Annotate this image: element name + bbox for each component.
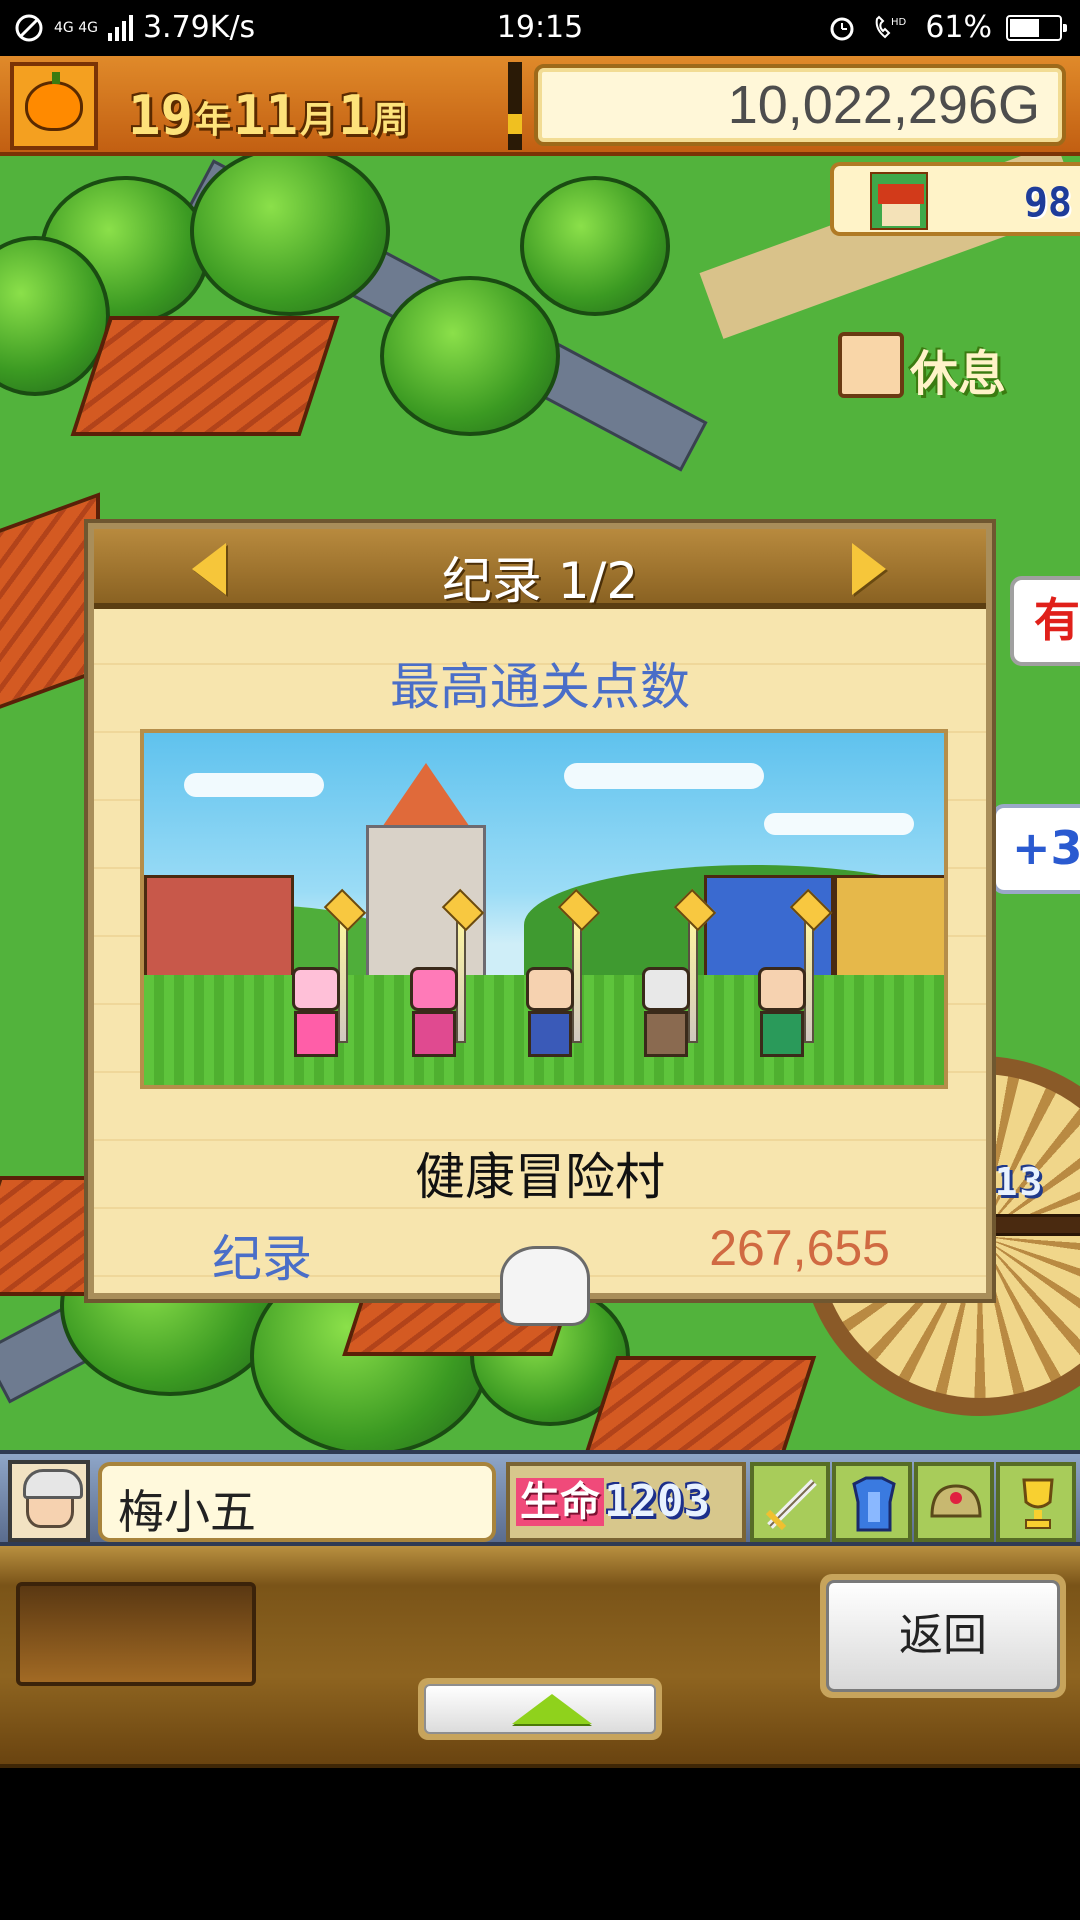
- hero-character: [518, 913, 582, 1063]
- date-month-unit: 月: [300, 100, 337, 141]
- money-amount: 10,022,296G: [727, 75, 1040, 135]
- bottom-menu: 返回: [0, 1546, 1080, 1768]
- battery-icon: [1006, 15, 1067, 41]
- arrow-right-icon[interactable]: [852, 543, 886, 595]
- tree: [380, 276, 560, 436]
- side-sign[interactable]: 有: [1010, 576, 1080, 666]
- village-name: 健康冒险村: [415, 1148, 665, 1206]
- sword-icon[interactable]: [750, 1462, 830, 1542]
- character-avatar[interactable]: [8, 1460, 90, 1542]
- record-dialog: 纪录 1/2 最高通关点数 健康冒险村 纪录 267,655: [88, 523, 992, 1299]
- svg-text:HD: HD: [891, 17, 907, 28]
- expand-menu-button[interactable]: [418, 1678, 662, 1740]
- battery-percent: 61%: [925, 10, 992, 45]
- hp-label: 生命: [516, 1478, 604, 1526]
- house-count: 98: [1023, 180, 1072, 226]
- house-roof: [583, 1356, 817, 1450]
- house-roof: [0, 492, 100, 720]
- date-week-unit: 周: [372, 100, 409, 141]
- record-category: 最高通关点数: [390, 658, 690, 716]
- shop-building: [834, 875, 944, 985]
- hero-character: [750, 913, 814, 1063]
- game-scene[interactable]: 19 年 11 月 1 周 10,022,296G 98 休息 有 +3 人气 …: [0, 56, 1080, 1450]
- date-month: 11: [233, 84, 299, 147]
- hp-display: 生命 1203: [506, 1462, 746, 1542]
- status-right: HD 61%: [827, 10, 1067, 46]
- house-roof: [70, 316, 340, 436]
- record-illustration: [140, 729, 948, 1089]
- house-icon: [870, 172, 928, 230]
- menu-slot[interactable]: [16, 1582, 256, 1686]
- hero-character: [284, 913, 348, 1063]
- alarm-icon: [830, 17, 854, 41]
- villager-sprite[interactable]: [500, 1246, 590, 1326]
- house-counter[interactable]: 98: [830, 162, 1080, 236]
- rest-sign[interactable]: 休息: [838, 330, 1038, 402]
- trophy-icon[interactable]: [996, 1462, 1076, 1542]
- hd-call-icon: HD: [876, 15, 907, 39]
- hero-character: [402, 913, 466, 1063]
- record-label: 纪录: [212, 1230, 312, 1288]
- date-year-unit: 年: [195, 100, 232, 141]
- shop-building: [144, 875, 294, 985]
- hero-character: [634, 913, 698, 1063]
- character-name-box[interactable]: 梅小五: [98, 1462, 496, 1542]
- date-week: 1: [338, 84, 371, 147]
- rest-sign-label: 休息: [910, 346, 1007, 402]
- money-display: 10,022,296G: [534, 64, 1066, 146]
- date-year: 19: [128, 84, 194, 147]
- up-arrow-icon: [512, 1694, 592, 1724]
- screen-bottom-blank: [0, 1770, 1080, 1920]
- character-name: 梅小五: [118, 1485, 256, 1539]
- top-info-bar: 19 年 11 月 1 周 10,022,296G: [0, 56, 1080, 156]
- bonus-sign[interactable]: +3: [992, 804, 1080, 894]
- pumpkin-icon[interactable]: [10, 62, 98, 150]
- date-divider: [508, 62, 522, 150]
- status-bar: 4G 4G 3.79K/s 19:15 HD 61%: [0, 0, 1080, 56]
- hp-value: 1203: [604, 1476, 710, 1527]
- record-value: 267,655: [709, 1220, 890, 1276]
- back-button-label: 返回: [826, 1580, 1060, 1692]
- helmet-icon[interactable]: [914, 1462, 994, 1542]
- back-button[interactable]: 返回: [820, 1574, 1066, 1698]
- villager-face-icon: [838, 332, 904, 398]
- dialog-header: 纪录 1/2: [94, 529, 986, 610]
- character-bar: 梅小五 生命 1203: [0, 1450, 1080, 1546]
- armor-icon[interactable]: [832, 1462, 912, 1542]
- tree: [520, 176, 670, 316]
- tree: [190, 146, 390, 316]
- game-date: 19 年 11 月 1 周: [128, 86, 409, 146]
- castle-spire: [378, 763, 474, 833]
